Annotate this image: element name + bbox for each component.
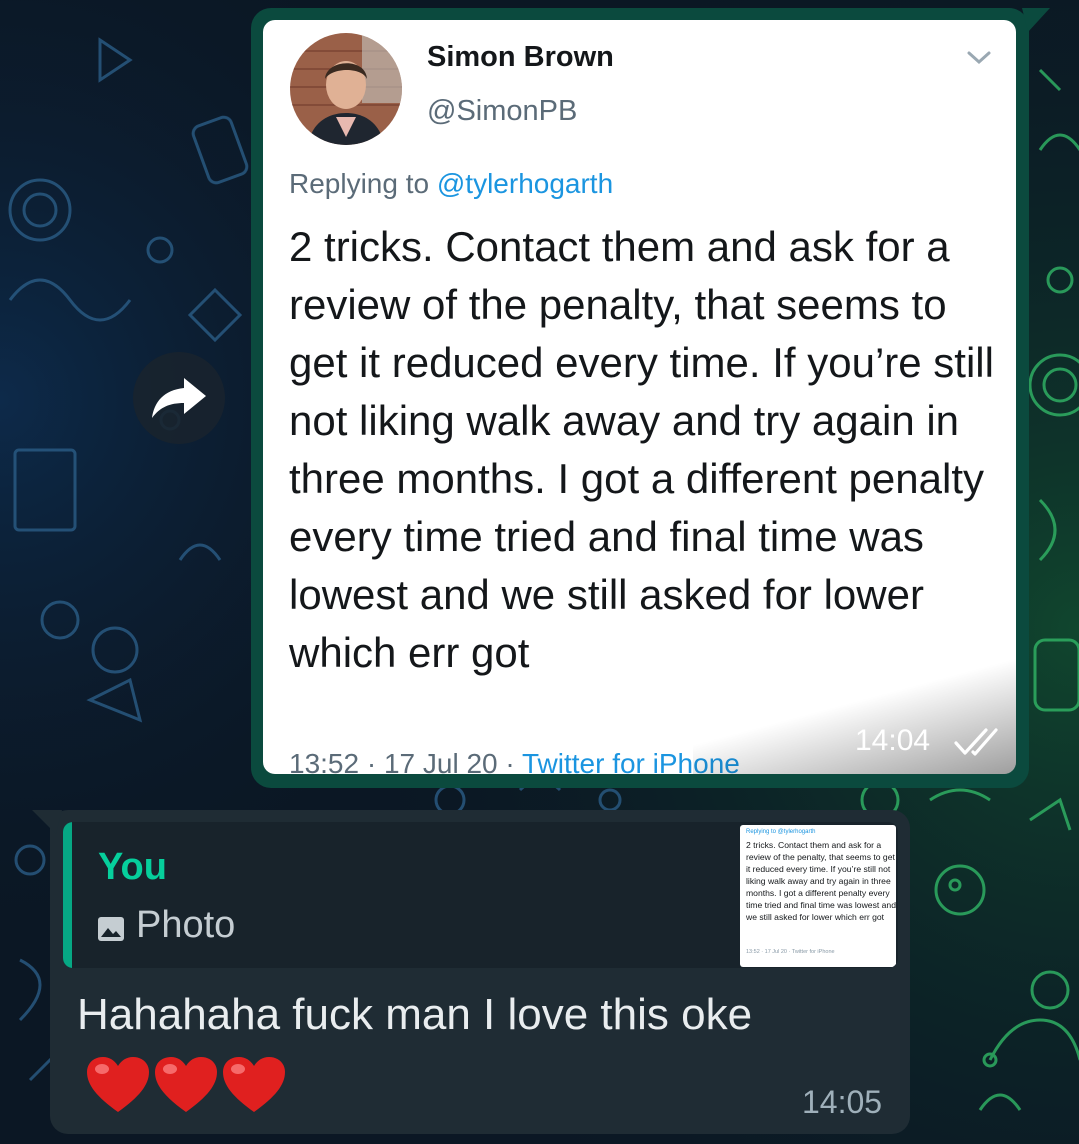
- tweet-author-handle: @SimonPB: [427, 95, 578, 127]
- quoted-type-label: Photo: [136, 904, 236, 946]
- emoji-group: [85, 1055, 287, 1115]
- bubble-tail: [32, 810, 62, 834]
- quoted-photo-thumbnail: Replying to @tylerhogarth 2 tricks. Cont…: [740, 825, 896, 967]
- tweet-screenshot-image[interactable]: Simon Brown @SimonPB Replying to @tylerh…: [263, 20, 1016, 774]
- chevron-down-icon: [967, 51, 991, 65]
- heart-icon: [155, 1057, 217, 1113]
- quoted-author: You: [98, 846, 167, 888]
- heart-icon: [223, 1057, 285, 1113]
- tweet-replying-to: Replying to @tylerhogarth: [289, 168, 614, 199]
- tweet-timestamp: 13:52 · 17 Jul 20 · Twitter for iPhone: [289, 748, 740, 774]
- double-check-icon: [954, 728, 998, 756]
- forward-button[interactable]: [133, 352, 225, 444]
- thumbnail-replying-to: Replying to @tylerhogarth: [746, 829, 816, 835]
- avatar: [290, 33, 402, 145]
- bubble-tail: [1022, 8, 1050, 32]
- tweet-author-name: Simon Brown: [427, 41, 614, 73]
- tweet-text: 2 tricks. Contact them and ask for a rev…: [289, 223, 994, 676]
- thumbnail-tweet-text: 2 tricks. Contact them and ask for a rev…: [746, 840, 896, 922]
- message-time: 14:04: [855, 724, 931, 757]
- forward-arrow-icon: [152, 378, 206, 418]
- mention-link: @tylerhogarth: [436, 168, 614, 199]
- thumbnail-timestamp: 13:52 · 17 Jul 20 · Twitter for iPhone: [746, 949, 835, 955]
- heart-icon: [87, 1057, 149, 1113]
- quoted-message[interactable]: You Photo Replying to @tylerhogarth 2 tr…: [63, 822, 898, 968]
- quote-accent-bar: [63, 822, 72, 968]
- photo-icon: [98, 917, 124, 941]
- message-text: Hahahaha fuck man I love this oke: [77, 981, 767, 1117]
- message-time: 14:05: [802, 1084, 883, 1120]
